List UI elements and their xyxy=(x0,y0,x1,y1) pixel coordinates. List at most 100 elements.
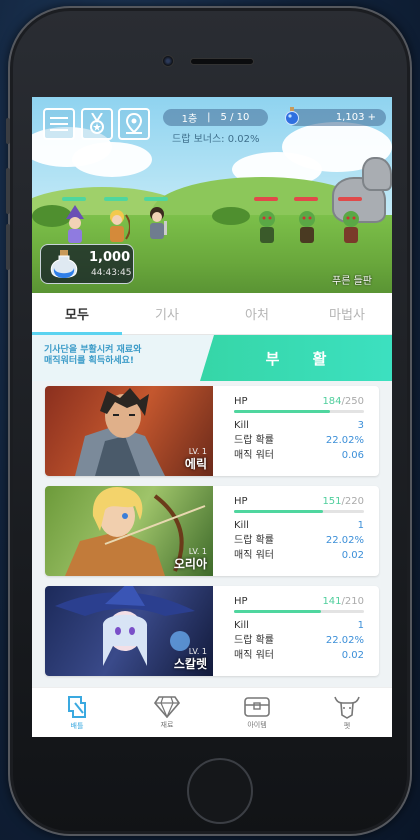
nav-items[interactable]: 아이템 xyxy=(212,688,302,737)
drop-rate-label: 드랍 확률 xyxy=(234,435,274,446)
magic-water-label: 매직 워터 xyxy=(234,650,274,661)
potion-bottle-icon xyxy=(50,250,78,278)
menu-button[interactable] xyxy=(43,108,75,140)
tab-all[interactable]: 모두 xyxy=(32,293,122,335)
magic-water-value: 1,103 + xyxy=(335,112,376,123)
knight-hero-sprite[interactable] xyxy=(144,203,170,243)
goblin-enemy-sprite[interactable] xyxy=(254,207,280,247)
earpiece-speaker xyxy=(190,58,254,65)
hp-bar-fill xyxy=(234,610,322,613)
hero-stats: HP 184/250 Kill 3 드랍 확률 22.02% 매직 워터 0.06 xyxy=(234,396,364,461)
magic-water-label: 매직 워터 xyxy=(234,550,274,561)
nav-label: 재료 xyxy=(160,720,174,729)
goblin-enemy-sprite[interactable] xyxy=(338,207,364,247)
drop-rate-label: 드랍 확률 xyxy=(234,635,274,646)
kill-value: 1 xyxy=(357,520,364,531)
hero-card-eric[interactable]: LV. 1 에릭 HP 184/250 Kill 3 드랍 확률 22.02% 매직 … xyxy=(45,386,379,476)
hero-name: 에릭 xyxy=(184,457,207,471)
kill-value: 1 xyxy=(357,620,364,631)
medal-icon xyxy=(90,113,104,134)
hp-label: HP xyxy=(234,596,248,607)
wizard-hero-sprite[interactable] xyxy=(62,205,88,245)
floor-wave-indicator: 1층 | 5 / 10 xyxy=(163,109,268,126)
kill-value: 3 xyxy=(357,420,364,431)
hero-name: 오리아 xyxy=(173,557,207,571)
tab-archer[interactable]: 아처 xyxy=(212,293,302,334)
magic-water-counter[interactable]: 1,103 + xyxy=(287,109,386,126)
hero-portrait-scarlet: LV. 1 스칼렛 xyxy=(45,586,213,676)
home-button[interactable] xyxy=(187,758,253,824)
potion-timer: 44:43:45 xyxy=(91,268,132,278)
hero-card-oria[interactable]: LV. 1 오리아 HP 151/220 Kill 1 드랍 확률 22.02% 매직… xyxy=(45,486,379,576)
floor-label: 1층 xyxy=(181,114,198,125)
map-pin-icon xyxy=(125,113,143,134)
chest-icon xyxy=(244,696,270,717)
tab-mage[interactable]: 마법사 xyxy=(302,293,392,334)
hp-current: 141 xyxy=(322,596,342,607)
hp-max: /220 xyxy=(341,496,364,507)
hp-label: HP xyxy=(234,496,248,507)
magic-water-rate: 0.02 xyxy=(341,650,364,661)
magic-water-label: 매직 워터 xyxy=(234,450,274,461)
menu-icon xyxy=(50,117,68,131)
nav-materials[interactable]: 재료 xyxy=(122,688,212,737)
achievement-button[interactable] xyxy=(81,108,113,140)
potion-panel[interactable]: 1,000 44:43:45 xyxy=(40,244,134,284)
wave-label: 5 / 10 xyxy=(220,112,250,123)
hp-label: HP xyxy=(234,396,248,407)
volume-down-button xyxy=(6,224,10,270)
battle-icon xyxy=(68,695,86,718)
nav-label: 펫 xyxy=(343,721,351,730)
magic-water-rate: 0.06 xyxy=(341,450,364,461)
hero-list: LV. 1 에릭 HP 184/250 Kill 3 드랍 확률 22.02% 매직 … xyxy=(32,381,392,687)
hp-bar-fill xyxy=(234,510,324,513)
stage-name: 푸른 들판 xyxy=(332,276,372,287)
nav-label: 아이템 xyxy=(247,720,267,729)
mute-switch xyxy=(6,118,10,144)
kill-label: Kill xyxy=(234,520,249,531)
revive-banner: 기사단을 부활시켜 재료와 매직워터를 획득하세요! 부 활 xyxy=(32,335,392,381)
nav-label: 배틀 xyxy=(70,721,84,730)
potion-amount: 1,000 xyxy=(89,250,131,265)
drop-rate-value: 22.02% xyxy=(325,635,364,646)
hero-stats: HP 141/210 Kill 1 드랍 확률 22.02% 매직 워터 0.02 xyxy=(234,596,364,661)
game-screen: 1층 | 5 / 10 드랍 보너스: 0.02% 1,103 + 1,000 … xyxy=(32,97,392,737)
map-button[interactable] xyxy=(118,108,150,140)
magic-water-icon xyxy=(285,107,299,125)
class-filter-tabs: 모두 기사 아처 마법사 xyxy=(32,293,392,335)
battle-scene: 1층 | 5 / 10 드랍 보너스: 0.02% 1,103 + 1,000 … xyxy=(32,97,392,293)
kill-label: Kill xyxy=(234,620,249,631)
rock xyxy=(362,157,392,191)
hero-card-scarlet[interactable]: LV. 1 스칼렛 HP 141/210 Kill 1 드랍 확률 22.02% 매직… xyxy=(45,586,379,676)
drop-rate-value: 22.02% xyxy=(325,535,364,546)
hero-portrait-oria: LV. 1 오리아 xyxy=(45,486,213,576)
hero-portrait-eric: LV. 1 에릭 xyxy=(45,386,213,476)
archer-hero-sprite[interactable] xyxy=(104,205,131,245)
revive-message: 기사단을 부활시켜 재료와 매직워터를 획득하세요! xyxy=(44,345,142,366)
drop-bonus-label: 드랍 보너스: 0.02% xyxy=(172,134,260,145)
front-camera xyxy=(162,55,174,67)
drop-rate-label: 드랍 확률 xyxy=(234,535,274,546)
magic-water-rate: 0.02 xyxy=(341,550,364,561)
hp-current: 151 xyxy=(322,496,342,507)
hp-bar xyxy=(234,510,364,513)
drop-rate-value: 22.02% xyxy=(325,435,364,446)
hp-bar-fill xyxy=(234,410,330,413)
volume-up-button xyxy=(6,168,10,214)
revive-button[interactable]: 부 활 xyxy=(200,335,392,381)
hp-bar xyxy=(234,410,364,413)
goblin-enemy-sprite[interactable] xyxy=(294,207,320,247)
tab-knight[interactable]: 기사 xyxy=(122,293,212,334)
pet-icon xyxy=(334,696,360,719)
nav-battle[interactable]: 배틀 xyxy=(32,688,122,737)
hp-current: 184 xyxy=(322,396,342,407)
bottom-nav: 배틀 재료 아이템 펫 xyxy=(32,687,392,737)
hp-bar xyxy=(234,610,364,613)
hero-stats: HP 151/220 Kill 1 드랍 확률 22.02% 매직 워터 0.02 xyxy=(234,496,364,561)
gem-icon xyxy=(154,695,180,718)
nav-pet[interactable]: 펫 xyxy=(302,688,392,737)
hp-max: /210 xyxy=(341,596,364,607)
hero-name: 스칼렛 xyxy=(173,657,207,671)
kill-label: Kill xyxy=(234,420,249,431)
hp-max: /250 xyxy=(341,396,364,407)
